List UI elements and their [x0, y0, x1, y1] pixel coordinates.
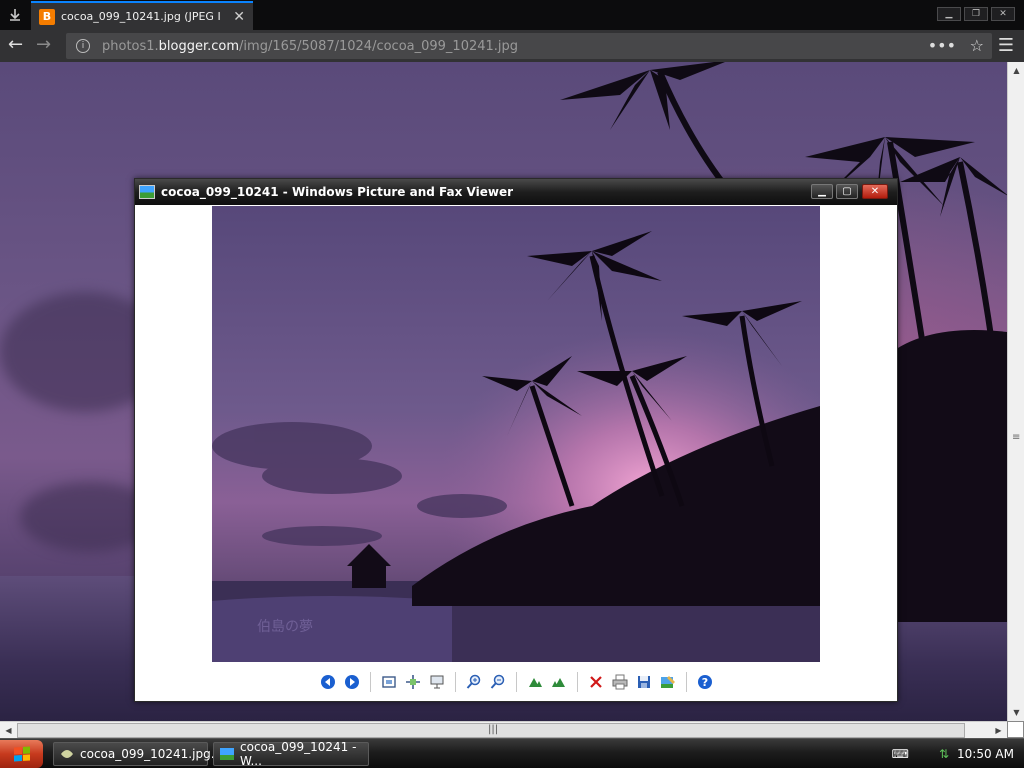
- zoom-out-icon[interactable]: [487, 671, 509, 693]
- picture-viewer-window[interactable]: cocoa_099_10241 - Windows Picture and Fa…: [134, 178, 898, 702]
- keyboard-icon[interactable]: ⌨: [892, 747, 909, 761]
- url-prefix: photos1.: [102, 38, 159, 54]
- tab-title: cocoa_099_10241.jpg (JPEG Image: [61, 10, 221, 23]
- zoom-in-icon[interactable]: [463, 671, 485, 693]
- back-arrow-icon[interactable]: ←: [8, 36, 23, 54]
- picture-viewer-app-icon: [139, 185, 155, 199]
- page-actions-icon[interactable]: •••: [928, 36, 956, 55]
- scrollbar-corner: [1007, 721, 1024, 738]
- blogger-favicon-icon: B: [39, 8, 55, 25]
- help-icon[interactable]: ?: [694, 671, 716, 693]
- taskbar-item-label: cocoa_099_10241.jpg...: [80, 747, 223, 761]
- viewer-minimize-button[interactable]: ▁: [811, 184, 833, 199]
- toolbar-separator: [369, 672, 371, 692]
- toolbar-separator: [685, 672, 687, 692]
- scroll-up-icon[interactable]: ▲: [1008, 62, 1024, 79]
- hamburger-menu-icon[interactable]: ☰: [998, 35, 1014, 56]
- minimize-browser-button[interactable]: ▁: [937, 7, 961, 21]
- horizontal-scroll-thumb[interactable]: |||: [17, 723, 965, 738]
- forward-arrow-icon[interactable]: →: [36, 36, 51, 54]
- windows-taskbar: cocoa_099_10241.jpg... cocoa_099_10241 -…: [0, 738, 1024, 768]
- print-icon[interactable]: [609, 671, 631, 693]
- bookmark-star-icon[interactable]: ☆: [970, 36, 984, 55]
- picture-viewer-task-icon: [220, 748, 234, 760]
- toolbar-separator: [454, 672, 456, 692]
- previous-image-icon[interactable]: [317, 671, 339, 693]
- taskbar-item-browser[interactable]: cocoa_099_10241.jpg...: [53, 742, 222, 766]
- start-button[interactable]: [0, 740, 43, 768]
- slideshow-icon[interactable]: [426, 671, 448, 693]
- taskbar-item-picture-viewer[interactable]: cocoa_099_10241 - W...: [213, 740, 369, 768]
- scroll-left-icon[interactable]: ◀: [0, 722, 17, 739]
- viewer-image-display: 伯島の夢: [212, 206, 820, 662]
- vertical-scrollbar[interactable]: ▲ ≡ ▼: [1007, 62, 1024, 721]
- windows-logo-icon: [13, 746, 30, 762]
- rotate-clockwise-icon[interactable]: [524, 671, 546, 693]
- restore-browser-button[interactable]: ❐: [964, 7, 988, 21]
- scroll-down-icon[interactable]: ▼: [1008, 704, 1024, 721]
- download-icon[interactable]: [0, 0, 30, 30]
- scroll-right-icon[interactable]: ▶: [990, 722, 1007, 739]
- delete-icon[interactable]: [585, 671, 607, 693]
- viewer-maximize-button[interactable]: ▢: [836, 184, 858, 199]
- address-bar[interactable]: i photos1.blogger.com/img/165/5087/1024/…: [66, 33, 992, 59]
- close-browser-button[interactable]: ✕: [991, 7, 1015, 21]
- rotate-counterclockwise-icon[interactable]: [548, 671, 570, 693]
- url-text[interactable]: photos1.blogger.com/img/165/5087/1024/co…: [102, 39, 518, 54]
- horizontal-scrollbar[interactable]: ◀ ||| ▶: [0, 721, 1007, 738]
- browser-tab[interactable]: B cocoa_099_10241.jpg (JPEG Image ✕: [31, 1, 253, 30]
- taskbar-item-label: cocoa_099_10241 - W...: [240, 740, 357, 768]
- url-path: /img/165/5087/1024/cocoa_099_10241.jpg: [239, 38, 519, 54]
- actual-size-icon[interactable]: [402, 671, 424, 693]
- best-fit-icon[interactable]: [378, 671, 400, 693]
- svg-text:?: ?: [701, 676, 707, 689]
- site-info-icon[interactable]: i: [76, 39, 90, 53]
- tab-close-icon[interactable]: ✕: [233, 9, 245, 25]
- toolbar-separator: [515, 672, 517, 692]
- viewer-close-button[interactable]: ✕: [862, 184, 888, 199]
- system-tray: ⌨ ⇅ 10:50 AM: [892, 739, 1024, 768]
- browser-task-icon: [60, 748, 74, 760]
- network-icon[interactable]: ⇅: [939, 747, 949, 761]
- next-image-icon[interactable]: [341, 671, 363, 693]
- toolbar-separator: [576, 672, 578, 692]
- save-copy-icon[interactable]: [633, 671, 655, 693]
- viewer-title-bar[interactable]: cocoa_099_10241 - Windows Picture and Fa…: [135, 179, 897, 205]
- image-watermark: 伯島の夢: [257, 619, 313, 635]
- url-domain: blogger.com: [158, 38, 240, 54]
- browser-nav-bar: ← → i photos1.blogger.com/img/165/5087/1…: [0, 30, 1024, 62]
- scroll-grip-icon[interactable]: ≡: [1012, 432, 1020, 443]
- edit-image-icon[interactable]: [657, 671, 679, 693]
- browser-tab-bar: B cocoa_099_10241.jpg (JPEG Image ✕ ▁ ❐ …: [0, 0, 1024, 30]
- clock[interactable]: 10:50 AM: [957, 747, 1014, 761]
- viewer-toolbar: ?: [135, 669, 897, 695]
- viewer-title: cocoa_099_10241 - Windows Picture and Fa…: [161, 185, 514, 199]
